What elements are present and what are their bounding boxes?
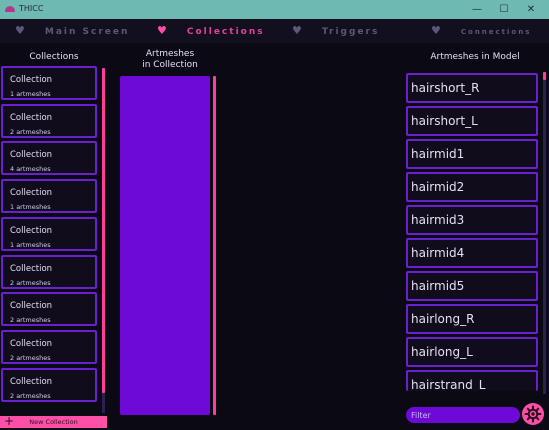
tab-label: Triggers xyxy=(321,27,380,37)
collection-count: 2 artmeshes xyxy=(10,127,51,136)
artmesh-name: hairshort_R xyxy=(411,81,480,95)
tab-triggers[interactable]: ♥ Triggers xyxy=(292,19,379,43)
tab-label: Connections xyxy=(460,28,532,36)
title-line: in Collection xyxy=(142,60,198,70)
model-artmesh-item[interactable]: hairmid4 xyxy=(406,238,538,268)
collection-item[interactable]: Collection 1 artmeshes xyxy=(1,179,97,214)
collection-count: 2 artmeshes xyxy=(10,391,51,400)
collection-item[interactable]: Collection 2 artmeshes xyxy=(1,292,97,327)
collection-count: 2 artmeshes xyxy=(10,278,51,287)
gear-icon xyxy=(524,405,542,423)
maximize-button[interactable]: ☐ xyxy=(493,2,515,17)
collection-count: 2 artmeshes xyxy=(10,316,51,325)
heart-icon: ♥ xyxy=(157,24,169,37)
model-artmesh-item[interactable]: hairmid2 xyxy=(406,172,538,202)
artmeshes-in-model-title: Artmeshes in Model xyxy=(430,52,520,62)
artmesh-name: hairmid5 xyxy=(411,279,465,293)
model-artmesh-item[interactable]: hairlong_R xyxy=(406,304,538,334)
collection-artmeshes-scrollbar[interactable] xyxy=(213,76,216,415)
settings-button[interactable] xyxy=(522,403,544,425)
heart-icon: ♥ xyxy=(431,24,443,37)
collection-item[interactable]: Collection 1 artmeshes xyxy=(1,216,97,251)
artmesh-name: hairmid1 xyxy=(411,147,465,161)
collection-name: Collection xyxy=(10,75,53,85)
collection-name: Collection xyxy=(10,338,53,349)
heart-icon: ♥ xyxy=(15,24,27,37)
filter-input[interactable] xyxy=(406,407,520,423)
collection-count: 4 artmeshes xyxy=(10,165,51,174)
collection-name: Collection xyxy=(10,150,53,161)
model-artmesh-item[interactable]: hairstrand_L xyxy=(406,370,538,391)
title-line: Artmeshes xyxy=(145,49,195,59)
artmesh-name: hairmid4 xyxy=(411,246,465,260)
collection-item[interactable]: Collection 2 artmeshes xyxy=(1,367,97,402)
collection-name: Collection xyxy=(10,188,53,199)
tab-label: Collections xyxy=(186,27,265,37)
app-logo-icon xyxy=(5,6,15,12)
model-scrollbar[interactable] xyxy=(543,72,546,80)
model-artmesh-item[interactable]: hairmid5 xyxy=(406,271,538,301)
collections-title: Collections xyxy=(29,52,79,62)
collection-name: Collection xyxy=(10,225,53,236)
artmesh-name: hairmid3 xyxy=(411,213,465,227)
collection-count: 1 artmeshes xyxy=(10,90,51,98)
tab-label: Main Screen xyxy=(44,27,130,37)
window-titlebar: THICC — ☐ ✕ xyxy=(0,0,549,19)
model-artmesh-item[interactable]: hairshort_R xyxy=(406,73,538,103)
close-button[interactable]: ✕ xyxy=(520,2,542,17)
model-artmesh-item[interactable]: hairmid1 xyxy=(406,139,538,169)
artmesh-name: hairmid2 xyxy=(411,180,465,194)
collection-item[interactable]: Collection 2 artmeshes xyxy=(1,254,97,289)
model-artmesh-item[interactable]: hairlong_L xyxy=(406,337,538,367)
collection-item[interactable]: Collection 1 artmeshes xyxy=(1,66,97,100)
artmesh-name: hairlong_R xyxy=(411,312,475,326)
collection-artmeshes-panel[interactable] xyxy=(120,76,210,415)
collection-count: 2 artmeshes xyxy=(10,353,51,362)
new-collection-label: New Collection xyxy=(29,418,78,426)
collection-item[interactable]: Collection 2 artmeshes xyxy=(1,329,97,364)
artmesh-name: hairlong_L xyxy=(411,345,473,359)
window-title: THICC xyxy=(19,4,44,13)
collection-count: 1 artmeshes xyxy=(10,203,51,212)
collection-item[interactable]: Collection 2 artmeshes xyxy=(1,103,97,138)
artmesh-name: hairstrand_L xyxy=(411,378,486,391)
tab-collections[interactable]: ♥ Collections xyxy=(157,19,265,43)
new-collection-button[interactable]: + New Collection xyxy=(0,414,107,428)
tab-main-screen[interactable]: ♥ Main Screen xyxy=(15,19,129,43)
collection-name: Collection xyxy=(10,376,53,387)
model-artmesh-item[interactable]: hairmid3 xyxy=(406,205,538,235)
artmeshes-in-collection-title: Artmeshes in Collection xyxy=(115,49,225,71)
collection-name: Collection xyxy=(10,112,53,123)
collection-count: 1 artmeshes xyxy=(10,240,51,249)
collection-name: Collection xyxy=(10,263,53,274)
collection-name: Collection xyxy=(10,301,53,312)
artmesh-name: hairshort_L xyxy=(411,114,478,128)
nav-bar: ♥ Main Screen ♥ Collections ♥ Triggers ♥ Con… xyxy=(0,19,549,43)
tab-connections[interactable]: ♥ Connections xyxy=(431,19,531,43)
collection-item[interactable]: Collection 4 artmeshes xyxy=(1,141,97,176)
minimize-button[interactable]: — xyxy=(466,2,488,17)
model-artmesh-item[interactable]: hairshort_L xyxy=(406,106,538,136)
collections-scrollbar[interactable] xyxy=(102,68,105,393)
model-scroll-track xyxy=(543,72,546,394)
heart-icon: ♥ xyxy=(292,24,304,37)
